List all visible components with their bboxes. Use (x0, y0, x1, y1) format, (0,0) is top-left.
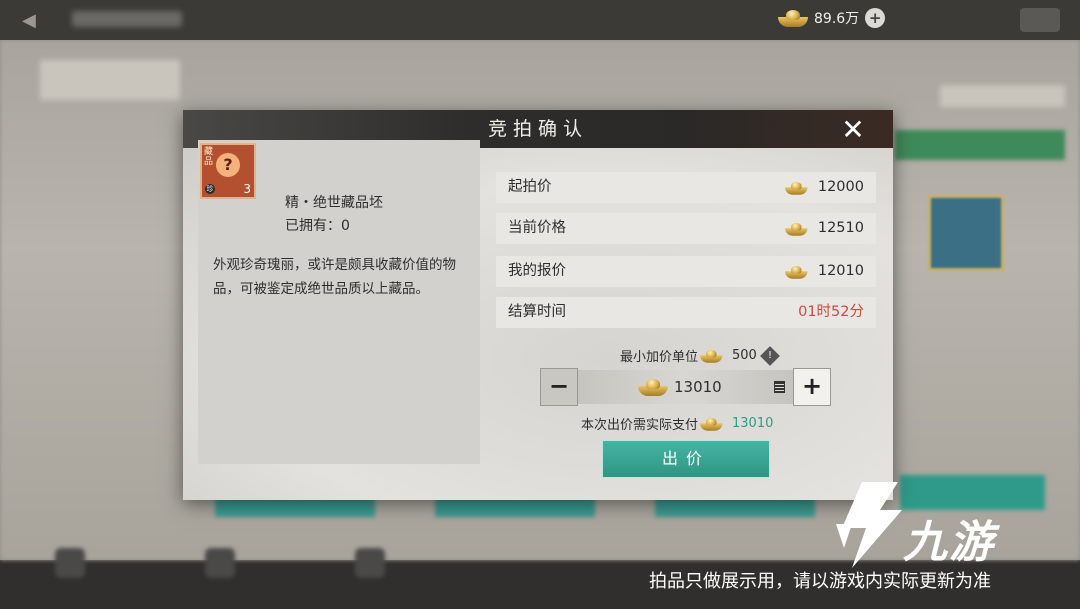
item-count: 3 (243, 182, 251, 196)
gold-ingot-icon (700, 349, 723, 363)
gold-ingot-icon (784, 265, 808, 279)
background-block (940, 85, 1065, 107)
bid-amount: 13010 (638, 370, 722, 404)
item-name: 精・绝世藏品坯 (285, 195, 383, 211)
background-bottom-icon (355, 548, 385, 578)
item-icon[interactable]: 藏品 ? 珍 3 (200, 143, 256, 199)
decrease-bid-button[interactable]: − (540, 368, 578, 406)
item-owned-count: 已拥有：0 (285, 218, 350, 234)
min-increment-value: 500 (732, 348, 757, 363)
row-label: 结算时间 (508, 304, 566, 320)
settlement-time-value: 01时52分 (798, 304, 864, 320)
jiuyou-logo-icon (836, 482, 902, 568)
gold-ingot-icon (784, 222, 808, 236)
my-bid-row: 我的报价 12010 (496, 256, 876, 287)
row-label: 当前价格 (508, 220, 566, 236)
gold-ingot-icon (778, 9, 808, 27)
starting-price-row: 起拍价 12000 (496, 172, 876, 203)
background-bottom-icon (55, 548, 85, 578)
background-green-button (900, 475, 1045, 510)
actual-payment-label: 本次出价需实际支付 (581, 418, 699, 433)
starting-price-value: 12000 (817, 179, 864, 195)
item-seal-icon: 珍 (205, 184, 215, 194)
bid-stepper: − 13010 + (540, 368, 831, 406)
auction-confirm-dialog: 竞拍确认 ✕ 藏品 ? 珍 3 精・绝世藏品坯 已拥有：0 外观珍奇瑰丽，或许是… (183, 110, 893, 500)
actual-payment-value: 13010 (732, 416, 774, 431)
bid-amount-field[interactable]: 13010 (578, 370, 793, 404)
gold-ingot-icon (638, 378, 668, 396)
info-icon[interactable]: ! (759, 345, 780, 366)
current-price-row: 当前价格 12510 (496, 213, 876, 244)
current-price-value: 12510 (817, 220, 864, 236)
settlement-time-row: 结算时间 01时52分 (496, 297, 876, 328)
background-menu-button[interactable] (1020, 8, 1060, 32)
mystery-icon: ? (216, 153, 240, 177)
bid-amount-value: 13010 (674, 378, 722, 396)
close-icon[interactable]: ✕ (839, 116, 867, 144)
background-bottom-icon (205, 548, 235, 578)
row-value: 12000 (784, 172, 864, 203)
watermark-notice: 拍品只做展示用，请以游戏内实际更新为准 (649, 571, 991, 592)
my-bid-value: 12010 (817, 263, 864, 279)
watermark-brand: 九游 (903, 517, 995, 568)
calculator-icon[interactable] (774, 381, 785, 393)
bid-button[interactable]: 出价 (602, 440, 770, 478)
row-label: 起拍价 (508, 179, 552, 195)
actual-payment: 本次出价需实际支付 13010 (581, 414, 773, 433)
item-category-tag: 藏品 (204, 147, 214, 167)
background-green-button (895, 130, 1065, 160)
row-value: 12510 (784, 213, 864, 244)
back-icon[interactable]: ◀ (22, 10, 44, 31)
background-block (40, 60, 180, 100)
row-label: 我的报价 (508, 263, 566, 279)
gold-ingot-icon (784, 181, 808, 195)
row-value: 12010 (784, 256, 864, 287)
background-title (72, 11, 182, 27)
currency-display: 89.6万 + (778, 8, 886, 28)
plus-circle-icon[interactable]: + (865, 8, 886, 28)
background-item-card (928, 195, 1004, 271)
currency-amount: 89.6万 (814, 11, 860, 27)
min-increment-label: 最小加价单位 (620, 350, 699, 365)
gold-ingot-icon (700, 417, 723, 431)
min-increment: 最小加价单位 500 ! (620, 345, 780, 366)
increase-bid-button[interactable]: + (793, 368, 831, 406)
item-description: 外观珍奇瑰丽，或许是颇具收藏价值的物品，可被鉴定成绝世品质以上藏品。 (213, 257, 456, 297)
